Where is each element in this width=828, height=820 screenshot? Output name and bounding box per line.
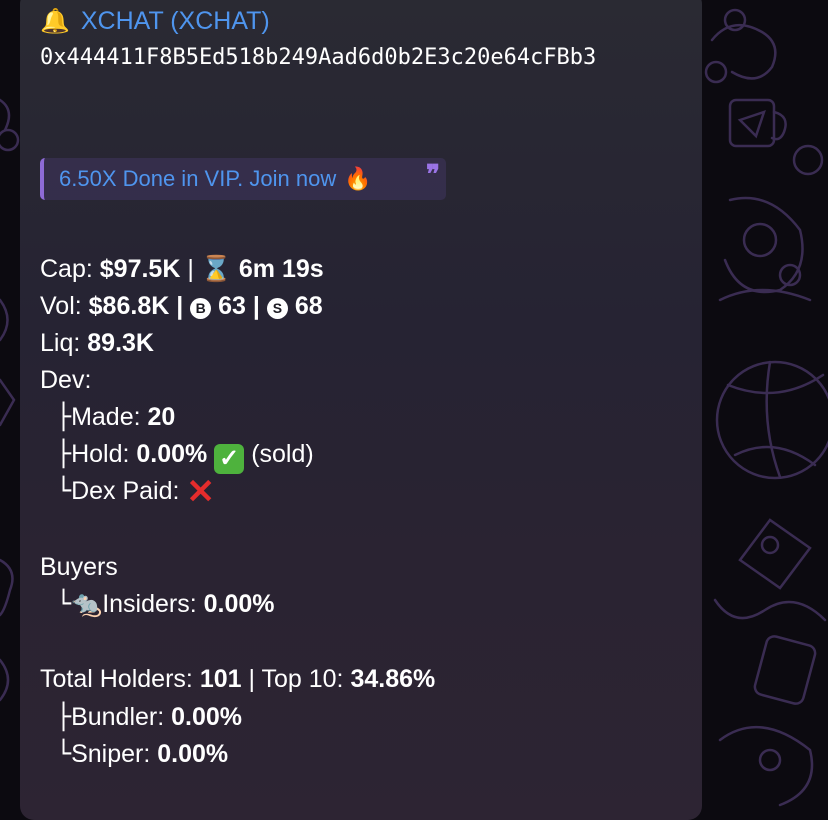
sell-badge-icon: S — [266, 298, 288, 319]
liq-value: 89.3K — [87, 329, 154, 357]
tree-branch: ├ — [56, 702, 72, 731]
separator: | — [252, 292, 260, 320]
dev-heading: Dev: — [40, 366, 92, 394]
cap-line: Cap: $97.5K | ⌛ 6m 19s — [40, 253, 324, 285]
made-label: Made: — [71, 403, 141, 431]
cap-label: Cap: — [40, 255, 93, 283]
bundler-value: 0.00% — [171, 703, 243, 731]
buyers-heading: Buyers — [40, 553, 118, 581]
liq-label: Liq: — [40, 329, 81, 357]
dex-paid-line: └Dex Paid: ✕ — [56, 473, 215, 511]
liq-line: Liq: 89.3K — [40, 327, 154, 359]
dex-paid-label: Dex Paid: — [71, 477, 180, 505]
holders-value: 101 — [199, 665, 242, 693]
hourglass-icon: ⌛ — [200, 255, 232, 283]
vol-line: Vol: $86.8K | B 63 | S 68 — [40, 290, 323, 322]
check-mark-icon: ✓ — [214, 444, 245, 474]
top10-value: 34.86% — [350, 665, 436, 693]
made-value: 20 — [147, 403, 176, 431]
token-name-link[interactable]: XCHAT (XCHAT) — [81, 7, 270, 35]
insiders-label: Insiders: — [102, 590, 197, 618]
tree-branch: ├ — [56, 439, 72, 468]
vol-label: Vol: — [40, 292, 82, 320]
sniper-line: └Sniper: 0.00% — [56, 738, 228, 770]
separator: | — [176, 292, 184, 320]
buy-badge-icon: B — [190, 298, 212, 319]
hold-value: 0.00% — [136, 440, 208, 468]
token-title[interactable]: 🔔 XCHAT (XCHAT) — [40, 5, 270, 38]
fire-icon: 🔥 — [344, 166, 372, 191]
tree-end: └ — [56, 476, 72, 505]
bundler-line: ├Bundler: 0.00% — [56, 701, 242, 733]
vip-promo-quote[interactable]: 6.50X Done in VIP. Join now 🔥 ❞ — [40, 158, 446, 200]
tree-branch: ├ — [56, 402, 72, 431]
tree-end: └ — [56, 739, 72, 768]
contract-address[interactable]: 0x444411F8B5Ed518b249Aad6d0b2E3c20e64cFB… — [40, 40, 690, 75]
vip-promo-link[interactable]: 6.50X Done in VIP. Join now — [59, 166, 336, 192]
insiders-value: 0.00% — [203, 590, 275, 618]
vol-value: $86.8K — [88, 292, 170, 320]
dev-made-line: ├Made: 20 — [56, 401, 175, 433]
rat-icon: 🐀 — [71, 590, 103, 618]
hold-label: Hold: — [71, 440, 130, 468]
bell-icon: 🔔 — [40, 8, 70, 35]
holders-label: Total Holders: — [40, 665, 193, 693]
cross-mark-icon: ✕ — [186, 473, 215, 511]
top10-label: Top 10: — [261, 665, 344, 693]
sniper-value: 0.00% — [157, 740, 229, 768]
buy-count: 63 — [218, 292, 246, 320]
insiders-line: └🐀Insiders: 0.00% — [56, 588, 275, 620]
sniper-label: Sniper: — [71, 740, 151, 768]
bundler-label: Bundler: — [71, 703, 165, 731]
tree-end: └ — [56, 589, 72, 618]
cap-value: $97.5K — [99, 255, 181, 283]
quote-mark-icon: ❞ — [426, 160, 440, 190]
token-age: 6m 19s — [238, 255, 324, 283]
sell-count: 68 — [294, 292, 323, 320]
holders-line: Total Holders: 101 | Top 10: 34.86% — [40, 663, 435, 695]
dev-hold-line: ├Hold: 0.00% ✓ (sold) — [56, 438, 314, 474]
separator: | — [248, 665, 255, 693]
separator: | — [187, 255, 194, 283]
hold-note: (sold) — [251, 440, 314, 468]
